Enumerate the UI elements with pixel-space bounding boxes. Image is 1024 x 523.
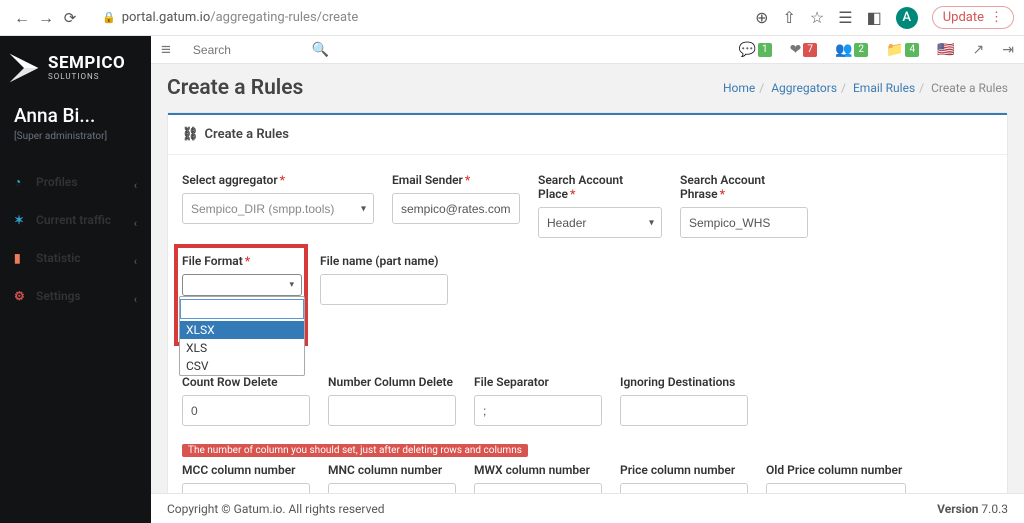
external-link-icon[interactable]: ↗ <box>973 42 985 58</box>
search-icon[interactable]: 🔍 <box>311 42 328 58</box>
page-title: Create a Rules <box>167 76 303 100</box>
sidebar-user-name: Anna Bi... <box>14 104 137 127</box>
select-aggregator-field[interactable] <box>182 193 374 224</box>
field-label: MNC column number <box>328 463 456 477</box>
field-label: Ignoring Destinations <box>620 375 748 389</box>
crumb-current: Create a Rules <box>931 81 1008 95</box>
forward-button[interactable]: → <box>34 8 58 28</box>
mnc-field[interactable] <box>328 483 456 493</box>
crumb-email-rules[interactable]: Email Rules <box>853 81 915 95</box>
field-label: Select aggregator <box>182 173 278 187</box>
profile-avatar[interactable]: A <box>896 7 918 29</box>
sidebar-item-statistic[interactable]: ▮ Statistic ‹ <box>0 242 151 280</box>
search-account-place-field[interactable] <box>538 207 662 238</box>
card-title: Create a Rules <box>205 127 289 142</box>
reading-list-icon[interactable]: ☰ <box>838 8 852 27</box>
file-separator-field[interactable] <box>474 395 602 426</box>
search-account-phrase-field[interactable] <box>680 207 808 238</box>
favorites-icon[interactable]: ❤7 <box>790 42 817 58</box>
link-icon: ⛓ <box>182 127 199 142</box>
field-label: MWX column number <box>474 463 602 477</box>
field-label: MCC column number <box>182 463 310 477</box>
back-button[interactable]: ← <box>10 8 34 28</box>
sidebar-item-settings[interactable]: ⚙ Settings ‹ <box>0 280 151 318</box>
price-field[interactable] <box>620 483 748 493</box>
field-label: Search Account Place <box>538 173 623 201</box>
sidebar-item-label: Profiles <box>36 175 78 189</box>
url-path: /aggregating-rules/create <box>210 10 358 25</box>
crumb-aggregators[interactable]: Aggregators <box>771 81 837 95</box>
count-row-delete-field[interactable] <box>182 395 310 426</box>
settings-icon: ⚙ <box>14 289 28 303</box>
column-hint-badge: The number of column you should set, jus… <box>182 444 528 457</box>
dropdown-option-csv[interactable]: CSV <box>180 357 304 375</box>
chevron-left-icon: ‹ <box>134 179 137 192</box>
url-host: portal.gatum.io <box>122 10 211 25</box>
field-label: File name (part name) <box>320 254 448 268</box>
chevron-left-icon: ‹ <box>134 255 137 268</box>
bookmark-icon[interactable]: ☆ <box>810 8 824 27</box>
field-label: Number Column Delete <box>328 375 456 389</box>
old-price-field[interactable] <box>766 483 906 493</box>
email-sender-field[interactable] <box>392 193 520 224</box>
field-label: Count Row Delete <box>182 375 310 389</box>
sidebar-item-profiles[interactable]: ◔ Profiles ‹ <box>0 166 151 204</box>
statistic-icon: ▮ <box>14 251 28 265</box>
brand-text: SEMPICO <box>48 55 125 72</box>
browser-toolbar: ← → ⟳ 🔒 portal.gatum.io/aggregating-rule… <box>0 0 1024 36</box>
users-icon[interactable]: 👥2 <box>835 42 868 58</box>
brand-subtext: SOLUTIONS <box>48 72 125 81</box>
footer: Copyright © Gatum.io. All rights reserve… <box>151 493 1024 523</box>
mcc-field[interactable] <box>182 483 310 493</box>
dropdown-search-input[interactable] <box>180 299 304 319</box>
folders-icon[interactable]: 📁4 <box>886 42 919 58</box>
sidebar-user-role: [Super administrator] <box>14 131 137 142</box>
sidebar-item-current-traffic[interactable]: ✶ Current traffic ‹ <box>0 204 151 242</box>
form-card: ⛓Create a Rules Select aggregator* ▾ Ema… <box>167 112 1008 493</box>
number-column-delete-field[interactable] <box>328 395 456 426</box>
file-format-dropdown: XLSX XLS CSV <box>179 296 305 376</box>
field-label: Price column number <box>620 463 748 477</box>
traffic-icon: ✶ <box>14 213 28 227</box>
reload-button[interactable]: ⟳ <box>58 9 82 27</box>
update-button[interactable]: Update⋮ <box>932 6 1014 29</box>
ignoring-destinations-field[interactable] <box>620 395 748 426</box>
app-topbar: ≡ 🔍 💬1 ❤7 👥2 📁4 🇺🇸 ↗ ⇥ <box>151 36 1024 64</box>
dropdown-option-xlsx[interactable]: XLSX <box>180 321 304 339</box>
file-name-field[interactable] <box>320 274 448 305</box>
crumb-home[interactable]: Home <box>723 81 755 95</box>
profiles-icon: ◔ <box>14 175 28 189</box>
field-label: File Separator <box>474 375 602 389</box>
flag-icon[interactable]: 🇺🇸 <box>937 42 954 58</box>
share-icon[interactable]: ⇧ <box>783 8 796 27</box>
footer-version: Version 7.0.3 <box>937 502 1008 516</box>
address-bar[interactable]: 🔒 portal.gatum.io/aggregating-rules/crea… <box>102 10 735 25</box>
hamburger-icon[interactable]: ≡ <box>161 40 171 60</box>
sidebar-item-label: Current traffic <box>36 213 111 227</box>
sidebar-item-label: Statistic <box>36 251 81 265</box>
field-label: Email Sender <box>392 173 463 187</box>
logo-icon <box>6 50 42 86</box>
mwx-field[interactable] <box>474 483 602 493</box>
logout-icon[interactable]: ⇥ <box>1002 42 1014 58</box>
field-label: Old Price column number <box>766 463 906 477</box>
chevron-left-icon: ‹ <box>134 293 137 306</box>
chat-icon[interactable]: 💬1 <box>739 42 772 58</box>
footer-copyright: Copyright © Gatum.io. All rights reserve… <box>167 502 384 516</box>
sidebar-item-label: Settings <box>36 289 81 303</box>
sidebar: SEMPICO SOLUTIONS Anna Bi... [Super admi… <box>0 36 151 523</box>
brand-logo: SEMPICO SOLUTIONS <box>0 42 151 92</box>
chevron-left-icon: ‹ <box>134 217 137 230</box>
dropdown-option-xls[interactable]: XLS <box>180 339 304 357</box>
file-format-select[interactable] <box>182 274 302 296</box>
search-input[interactable] <box>189 39 329 61</box>
breadcrumb: Home/ Aggregators/ Email Rules/ Create a… <box>723 81 1008 95</box>
field-label: File Format <box>182 254 243 268</box>
panel-icon[interactable]: ◧ <box>867 8 882 27</box>
main-area: ≡ 🔍 💬1 ❤7 👥2 📁4 🇺🇸 ↗ ⇥ Create a Rules Ho… <box>151 36 1024 523</box>
lock-icon: 🔒 <box>102 11 116 24</box>
zoom-icon[interactable]: ⊕ <box>755 8 768 27</box>
